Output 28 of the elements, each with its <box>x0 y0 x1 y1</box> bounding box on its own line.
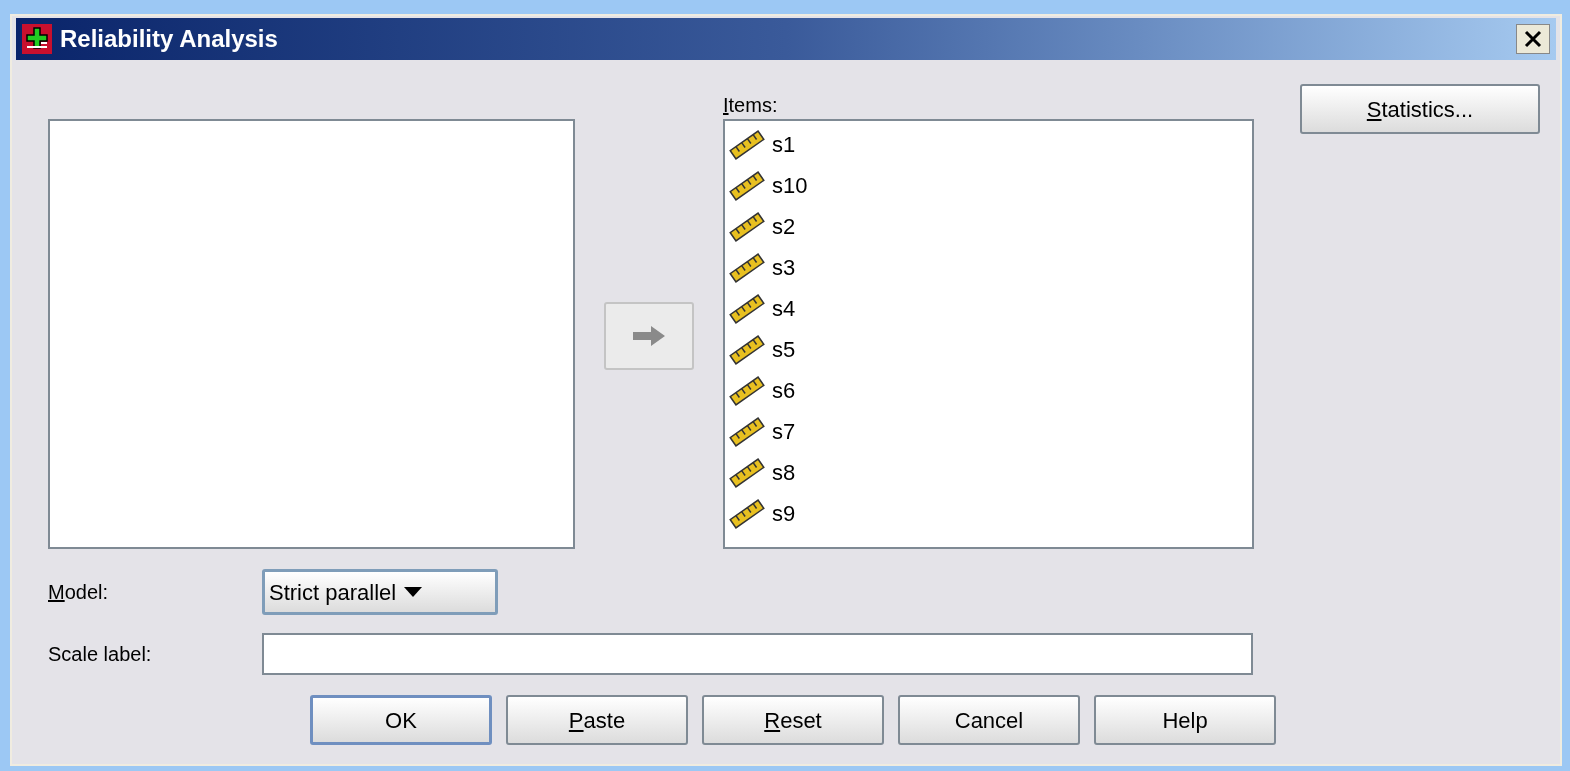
variable-item[interactable]: s7 <box>772 415 796 448</box>
dialog-button[interactable]: Paste <box>506 695 688 745</box>
dialog-button[interactable]: Help <box>1094 695 1276 745</box>
scale-label-field[interactable] <box>262 633 1253 675</box>
variable-item[interactable]: s8 <box>772 456 796 489</box>
variable-item[interactable]: s4 <box>772 292 796 325</box>
variable-item[interactable]: s6 <box>772 374 796 407</box>
app-icon <box>22 24 52 54</box>
statistics-button[interactable]: Statistics... <box>1300 84 1540 134</box>
model-label: Model: <box>48 580 110 605</box>
close-icon <box>1523 30 1543 48</box>
variable-item[interactable]: s10 <box>772 169 808 202</box>
dropdown-caret-icon <box>404 587 423 597</box>
scale-label: Scale label: <box>48 642 153 667</box>
variable-item[interactable]: s9 <box>772 497 796 530</box>
window-title: Reliability Analysis <box>60 24 278 54</box>
items-list[interactable]: s1 s10 s2 s3 s4 s5 s6 s7 s8 s9 <box>723 119 1254 549</box>
close-button[interactable] <box>1516 24 1550 54</box>
variable-item[interactable]: s2 <box>772 210 796 243</box>
arrow-icon <box>631 323 667 348</box>
items-label: Items: <box>723 93 779 118</box>
dialog-button[interactable]: OK <box>310 695 492 745</box>
variable-item[interactable]: s3 <box>772 251 796 284</box>
dialog-button[interactable]: Cancel <box>898 695 1080 745</box>
variable-item[interactable]: s1 <box>772 128 796 161</box>
variable-item[interactable]: s5 <box>772 333 796 366</box>
dialog-button[interactable]: Reset <box>702 695 884 745</box>
model-dropdown[interactable]: Strict parallel <box>262 569 498 615</box>
